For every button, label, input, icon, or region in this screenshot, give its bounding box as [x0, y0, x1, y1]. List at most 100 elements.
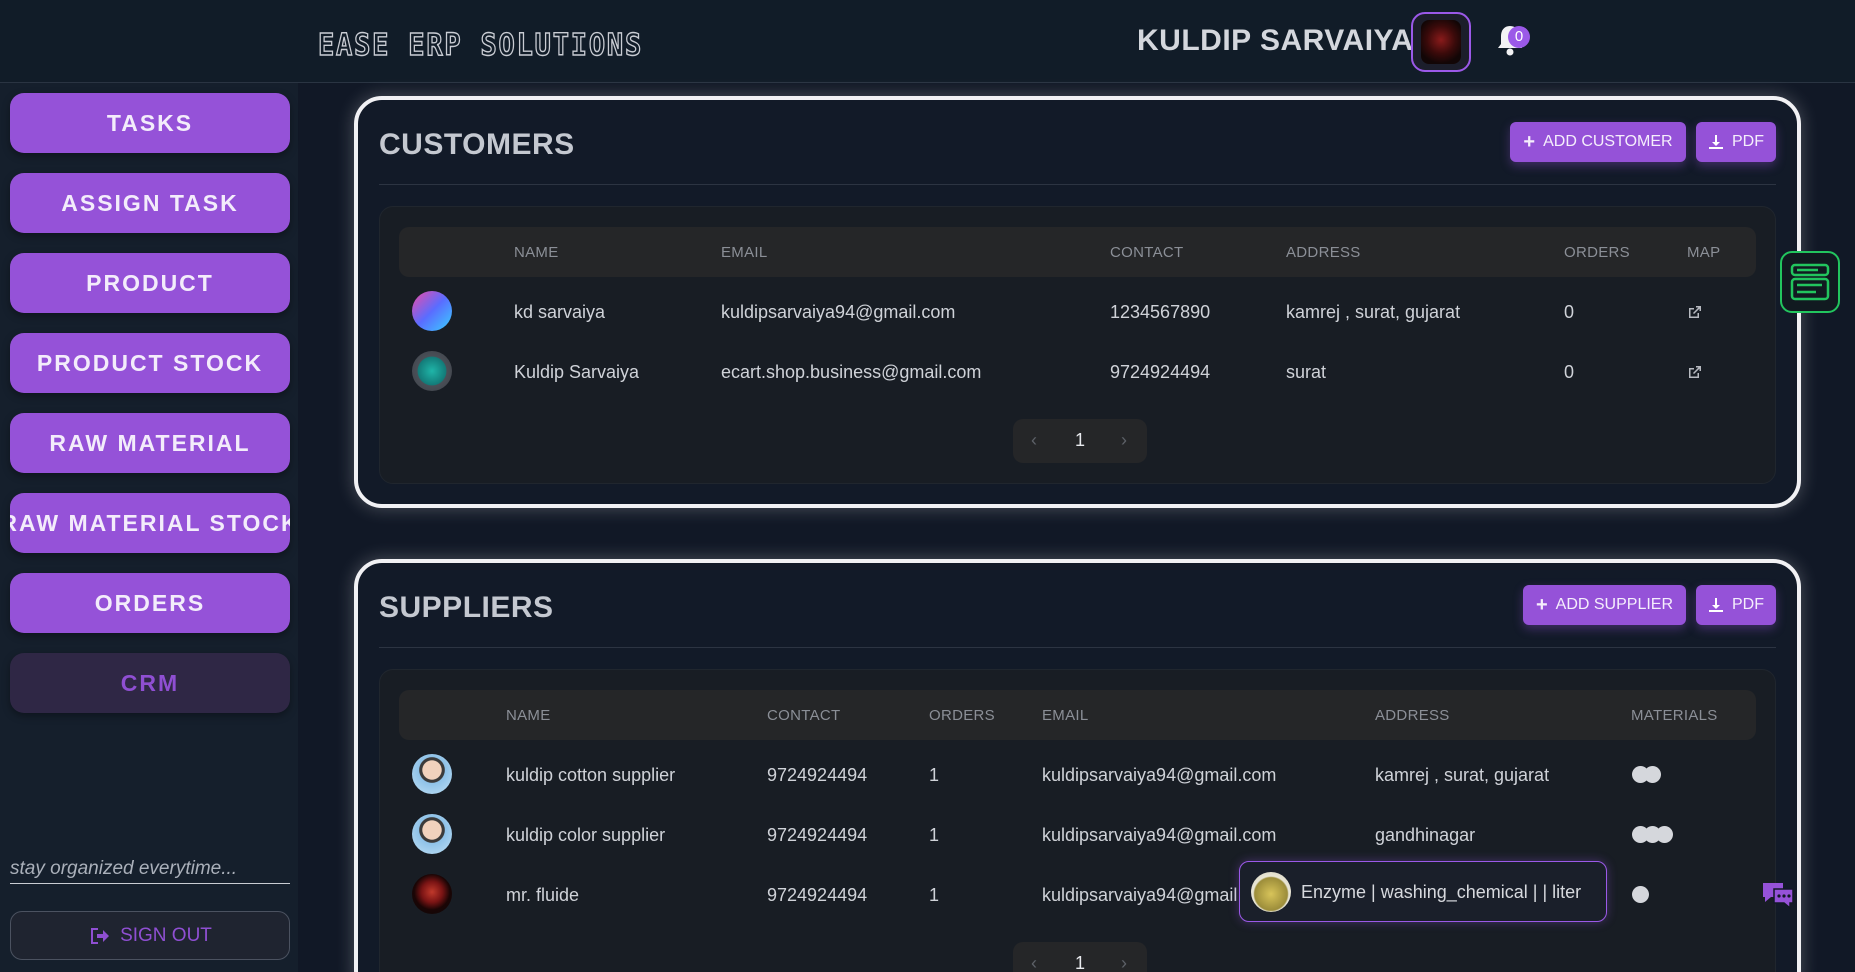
- divider: [379, 184, 1776, 185]
- customer-orders: 0: [1564, 362, 1575, 382]
- material-dot[interactable]: [1656, 826, 1673, 843]
- supplier-orders: 1: [929, 765, 940, 785]
- prev-page-icon[interactable]: ‹: [1031, 430, 1037, 451]
- sidebar-item-assign-task[interactable]: ASSIGN TASK: [10, 173, 290, 233]
- sidebar-item-product[interactable]: PRODUCT: [10, 253, 290, 313]
- supplier-avatar: [412, 754, 452, 794]
- supplier-name: mr. fluide: [506, 885, 580, 905]
- customer-email: kuldipsarvaiya94@gmail.com: [721, 302, 956, 322]
- column-header-orders: ORDERS: [929, 707, 995, 724]
- material-dot[interactable]: [1644, 766, 1661, 783]
- next-page-icon[interactable]: ›: [1121, 430, 1127, 451]
- download-icon: [1709, 135, 1723, 149]
- notification-badge: 0: [1508, 26, 1530, 48]
- customer-email: ecart.shop.business@gmail.com: [721, 362, 982, 382]
- sidebar-item-orders[interactable]: ORDERS: [10, 573, 290, 633]
- list-icon: [1790, 263, 1830, 301]
- customer-avatar: [412, 351, 452, 391]
- user-avatar[interactable]: [1411, 12, 1471, 72]
- top-header: EASE ERP SOLUTIONS KULDIP SARVAIYA 0: [0, 0, 1855, 83]
- suppliers-pdf-label: PDF: [1732, 596, 1764, 613]
- material-dot[interactable]: [1632, 886, 1649, 903]
- customer-contact: 1234567890: [1110, 302, 1211, 322]
- supplier-contact: 9724924494: [767, 765, 868, 785]
- sidebar: TASKS ASSIGN TASK PRODUCT PRODUCT STOCK …: [0, 83, 298, 972]
- table-header: NAME EMAIL CONTACT ADDRESS ORDERS MAP: [399, 227, 1756, 277]
- customer-name: kd sarvaiya: [514, 302, 606, 322]
- supplier-contact: 9724924494: [767, 825, 868, 845]
- plus-icon: +: [1523, 130, 1536, 153]
- column-header-map: MAP: [1687, 244, 1721, 261]
- suppliers-title: SUPPLIERS: [379, 591, 554, 624]
- column-header-orders: ORDERS: [1564, 244, 1630, 261]
- supplier-email: kuldipsarvaiya94@gmail.com: [1042, 765, 1277, 785]
- customer-orders: 0: [1564, 302, 1575, 322]
- column-header-name: NAME: [514, 244, 559, 261]
- supplier-email: kuldipsarvaiya94@gmail.c: [1042, 885, 1252, 905]
- tagline: stay organized everytime...: [10, 858, 290, 884]
- customers-pagination: ‹ 1 ›: [1013, 419, 1147, 463]
- external-link-icon[interactable]: [1687, 304, 1703, 320]
- supplier-email: kuldipsarvaiya94@gmail.com: [1042, 825, 1277, 845]
- floating-menu-button[interactable]: [1780, 251, 1840, 313]
- supplier-avatar: [412, 874, 452, 914]
- customers-title: CUSTOMERS: [379, 128, 575, 161]
- brand-logo[interactable]: EASE ERP SOLUTIONS: [317, 27, 643, 63]
- customer-address: surat: [1286, 362, 1327, 382]
- suppliers-table: NAME CONTACT ORDERS EMAIL ADDRESS MATERI…: [379, 669, 1776, 972]
- supplier-address: gandhinagar: [1375, 825, 1476, 845]
- column-header-contact: CONTACT: [1110, 244, 1184, 261]
- supplier-avatar: [412, 814, 452, 854]
- supplier-address: kamrej , surat, gujarat: [1375, 765, 1550, 785]
- add-customer-label: ADD CUSTOMER: [1543, 133, 1673, 150]
- supplier-orders: 1: [929, 885, 940, 905]
- supplier-name: kuldip color supplier: [506, 825, 666, 845]
- divider: [379, 647, 1776, 648]
- material-image: [1251, 872, 1291, 912]
- add-supplier-label: ADD SUPPLIER: [1555, 596, 1674, 613]
- sidebar-item-product-stock[interactable]: PRODUCT STOCK: [10, 333, 290, 393]
- user-name: KULDIP SARVAIYA: [1137, 24, 1414, 57]
- current-page[interactable]: 1: [1075, 430, 1085, 451]
- table-header: NAME CONTACT ORDERS EMAIL ADDRESS MATERI…: [399, 690, 1756, 740]
- column-header-email: EMAIL: [1042, 707, 1089, 724]
- external-link-icon[interactable]: [1687, 364, 1703, 380]
- column-header-contact: CONTACT: [767, 707, 841, 724]
- avatar-image: [1421, 20, 1461, 64]
- column-header-email: EMAIL: [721, 244, 768, 261]
- column-header-name: NAME: [506, 707, 551, 724]
- column-header-address: ADDRESS: [1375, 707, 1450, 724]
- material-tooltip-text: Enzyme | washing_chemical | | liter: [1301, 882, 1582, 902]
- add-supplier-button[interactable]: + ADD SUPPLIER: [1523, 585, 1686, 625]
- add-customer-button[interactable]: + ADD CUSTOMER: [1510, 122, 1686, 162]
- customer-avatar: [412, 291, 452, 331]
- customer-contact: 9724924494: [1110, 362, 1211, 382]
- customer-name: Kuldip Sarvaiya: [514, 362, 640, 382]
- suppliers-pdf-button[interactable]: PDF: [1696, 585, 1776, 625]
- customers-pdf-label: PDF: [1732, 133, 1764, 150]
- sidebar-item-tasks[interactable]: TASKS: [10, 93, 290, 153]
- next-page-icon[interactable]: ›: [1121, 953, 1127, 972]
- column-header-materials: MATERIALS: [1631, 707, 1718, 724]
- suppliers-pagination: ‹ 1 ›: [1013, 942, 1147, 972]
- download-icon: [1709, 598, 1723, 612]
- material-tooltip: Enzyme | washing_chemical | | liter: [1239, 861, 1607, 922]
- sign-out-button[interactable]: SIGN OUT: [10, 911, 290, 960]
- supplier-name: kuldip cotton supplier: [506, 765, 676, 785]
- customers-table: NAME EMAIL CONTACT ADDRESS ORDERS MAP kd…: [379, 206, 1776, 484]
- customers-panel: CUSTOMERS + ADD CUSTOMER PDF NAME EMAIL …: [354, 96, 1801, 508]
- sign-out-icon: [91, 927, 110, 944]
- column-header-address: ADDRESS: [1286, 244, 1361, 261]
- prev-page-icon[interactable]: ‹: [1031, 953, 1037, 972]
- plus-icon: +: [1535, 593, 1548, 616]
- supplier-contact: 9724924494: [767, 885, 868, 905]
- supplier-orders: 1: [929, 825, 940, 845]
- sign-out-label: SIGN OUT: [120, 924, 212, 946]
- chat-icon[interactable]: [1760, 879, 1796, 911]
- sidebar-item-crm[interactable]: CRM: [10, 653, 290, 713]
- sidebar-item-raw-material-stock[interactable]: RAW MATERIAL STOCK: [10, 493, 290, 553]
- customers-pdf-button[interactable]: PDF: [1696, 122, 1776, 162]
- customer-address: kamrej , surat, gujarat: [1286, 302, 1461, 322]
- current-page[interactable]: 1: [1075, 953, 1085, 972]
- sidebar-item-raw-material[interactable]: RAW MATERIAL: [10, 413, 290, 473]
